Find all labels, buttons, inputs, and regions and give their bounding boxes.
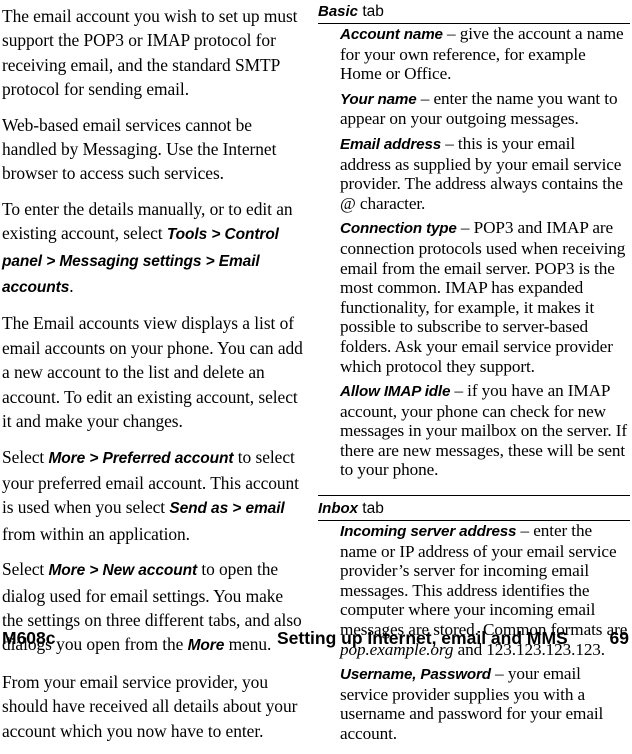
setting-term: Account name (340, 26, 443, 43)
tab-name: Basic (318, 3, 359, 20)
setting-term: Username, Password (340, 666, 491, 684)
item-username-password: Username, Password – your email service … (318, 664, 630, 743)
item-allow-imap-idle: Allow IMAP idle – if you have an IMAP ac… (318, 381, 630, 480)
tab-word: tab (358, 3, 384, 20)
tab-name: Inbox (318, 500, 358, 518)
item-account-name: Account name – give the account a name f… (318, 24, 630, 84)
section-basic-heading: Basic tab (318, 2, 630, 24)
ui-path-3: Send as > email (169, 500, 285, 518)
setting-term: Incoming server address (340, 523, 517, 541)
item-your-name: Your name – enter the name you want to a… (318, 89, 630, 129)
setting-term: Connection type (340, 220, 457, 238)
item-connection-type: Connection type – POP3 and IMAP are conn… (318, 218, 630, 376)
page-footer: M608c Setting up Internet, email and MMS… (0, 626, 632, 650)
manual-page: The email account you wish to set up mus… (0, 0, 632, 743)
body-text: The email account you wish to set up mus… (2, 6, 298, 100)
body-text: Select (2, 446, 49, 467)
p-protocol-support: The email account you wish to set up mus… (2, 4, 306, 102)
footer-chapter-title: Setting up Internet, email and MMS (277, 628, 568, 648)
p-accounts-view: The Email accounts view displays a list … (2, 311, 306, 433)
footer-model: M608c (2, 628, 56, 648)
p-provider-details: From your email service provider, you sh… (2, 670, 306, 743)
p-manual-entry: To enter the details manually, or to edi… (2, 197, 306, 301)
item-text: – POP3 and IMAP are connection protocols… (340, 218, 626, 376)
ui-path-1: More > Preferred account (48, 449, 234, 467)
ui-path-1: More > New account (48, 562, 198, 580)
body-text: Web-based email services cannot be handl… (2, 114, 277, 184)
p-preferred-account: Select More > Preferred account to selec… (2, 445, 306, 547)
tab-word: tab (358, 500, 384, 518)
body-text: from within an application. (2, 523, 190, 544)
p-webmail-note: Web-based email services cannot be handl… (2, 113, 306, 186)
body-text: . (69, 276, 74, 297)
setting-term: Allow IMAP idle (340, 383, 451, 401)
footer-page-number: 69 (609, 628, 629, 648)
item-email-address: Email address – this is your email addre… (318, 134, 630, 213)
body-text: The Email accounts view displays a list … (2, 313, 303, 432)
body-text: From your email service provider, you sh… (2, 671, 298, 741)
section-inbox-heading: Inbox tab (318, 499, 630, 522)
setting-term: Email address (340, 135, 442, 153)
setting-term: Your name (340, 90, 417, 108)
body-text: Select (2, 559, 49, 580)
section-divider-top (318, 495, 630, 497)
